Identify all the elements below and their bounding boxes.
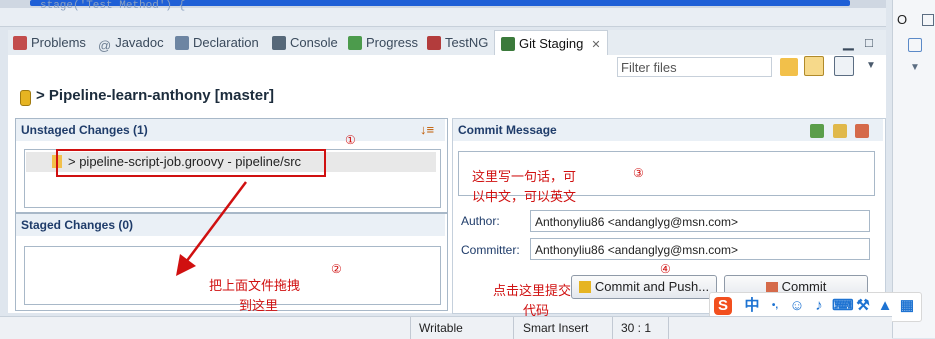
tab-testng[interactable]: TestNG	[427, 30, 488, 55]
annotation-msg-line1: 这里写一句话，可	[472, 169, 577, 184]
author-field[interactable]: Anthonyliu86 <andanglyg@msn.com>	[530, 210, 870, 232]
tab-problems[interactable]: Problems	[13, 30, 86, 55]
annotation-2: ②	[331, 262, 342, 276]
tab-git-staging[interactable]: Git Staging ✕	[494, 30, 608, 56]
punctuation-icon[interactable]: •,	[766, 297, 784, 315]
push-icon	[578, 281, 591, 293]
tab-declaration[interactable]: Declaration	[175, 30, 259, 55]
unstaged-header: Unstaged Changes (1)	[16, 119, 445, 141]
status-insert-mode: Smart Insert	[523, 321, 589, 335]
maximize-view-icon[interactable]: □	[865, 30, 873, 55]
status-separator	[612, 317, 613, 339]
menu-grid-icon[interactable]: ▦	[898, 297, 916, 315]
link-selection-icon[interactable]	[804, 56, 824, 76]
status-separator	[668, 317, 669, 339]
tab-javadoc[interactable]: @ Javadoc	[98, 30, 164, 55]
outline-tab[interactable]: O	[897, 12, 907, 27]
skin-icon[interactable]: ▲	[876, 297, 894, 315]
annotation-1: ①	[345, 133, 356, 147]
tab-progress[interactable]: Progress	[348, 30, 418, 55]
outline-view-icon[interactable]	[908, 38, 922, 52]
toolbox-icon[interactable]: ⚒	[854, 297, 872, 315]
view-menu-chevron-icon[interactable]: ▼	[866, 60, 876, 71]
annotation-drag-line2: 到这里	[239, 298, 279, 313]
repository-icon	[20, 90, 31, 106]
drag-arrow	[176, 181, 247, 276]
status-writable: Writable	[419, 321, 463, 335]
committer-field[interactable]: Anthonyliu86 <andanglyg@msn.com>	[530, 238, 870, 260]
declaration-icon	[175, 36, 189, 50]
annotation-drag-line1: 把上面文件拖拽	[209, 278, 301, 293]
repository-title: > Pipeline-learn-anthony [master]	[36, 87, 274, 104]
file-highlight-box	[56, 149, 326, 177]
sogou-logo-icon[interactable]: S	[714, 297, 732, 315]
amend-icon[interactable]	[810, 124, 824, 138]
layout-toggle-icon[interactable]	[834, 56, 854, 76]
author-label: Author:	[461, 214, 500, 228]
sort-icon[interactable]: ↓≡	[420, 122, 434, 137]
keyboard-icon[interactable]: ⌨	[832, 297, 854, 315]
at-icon: @	[98, 38, 112, 53]
annotation-4: ④	[660, 262, 671, 276]
minimize-view-icon[interactable]: ▁	[843, 30, 854, 55]
view-tabbar: Problems @ Javadoc Declaration Console Pr…	[8, 30, 886, 56]
annotation-click-line1: 点击这里提交	[493, 283, 572, 298]
tab-console[interactable]: Console	[272, 30, 338, 55]
status-separator	[410, 317, 411, 339]
close-icon[interactable]: ✕	[591, 39, 600, 51]
problems-icon	[13, 36, 27, 50]
outline-minimize-icon[interactable]	[922, 14, 934, 26]
testng-icon	[427, 36, 441, 50]
sign-off-icon[interactable]	[833, 124, 847, 138]
refresh-icon[interactable]	[780, 58, 798, 76]
input-mode-toggle[interactable]: 中	[743, 297, 761, 315]
outline-menu-chevron-icon[interactable]: ▼	[910, 62, 920, 73]
editor-code-line: stage('Test Method') {	[40, 0, 186, 12]
git-staging-icon	[501, 37, 515, 51]
commit-and-push-button[interactable]: Commit and Push...	[571, 275, 717, 299]
committer-label: Committer:	[461, 243, 520, 257]
commit-icon	[765, 282, 778, 292]
annotation-msg-line2: 以中文，可以英文	[472, 189, 577, 204]
filter-files-input[interactable]: Filter files	[617, 57, 772, 77]
status-separator	[513, 317, 514, 339]
microphone-icon[interactable]: ♪	[810, 297, 828, 315]
status-bar: Writable Smart Insert 30 : 1	[0, 316, 892, 339]
annotation-3: ③	[633, 166, 644, 180]
status-cursor-position: 30 : 1	[621, 321, 652, 335]
progress-icon	[348, 36, 362, 50]
change-id-icon[interactable]	[855, 124, 869, 138]
console-icon	[272, 36, 286, 50]
emoji-icon[interactable]: ☺	[788, 297, 806, 315]
